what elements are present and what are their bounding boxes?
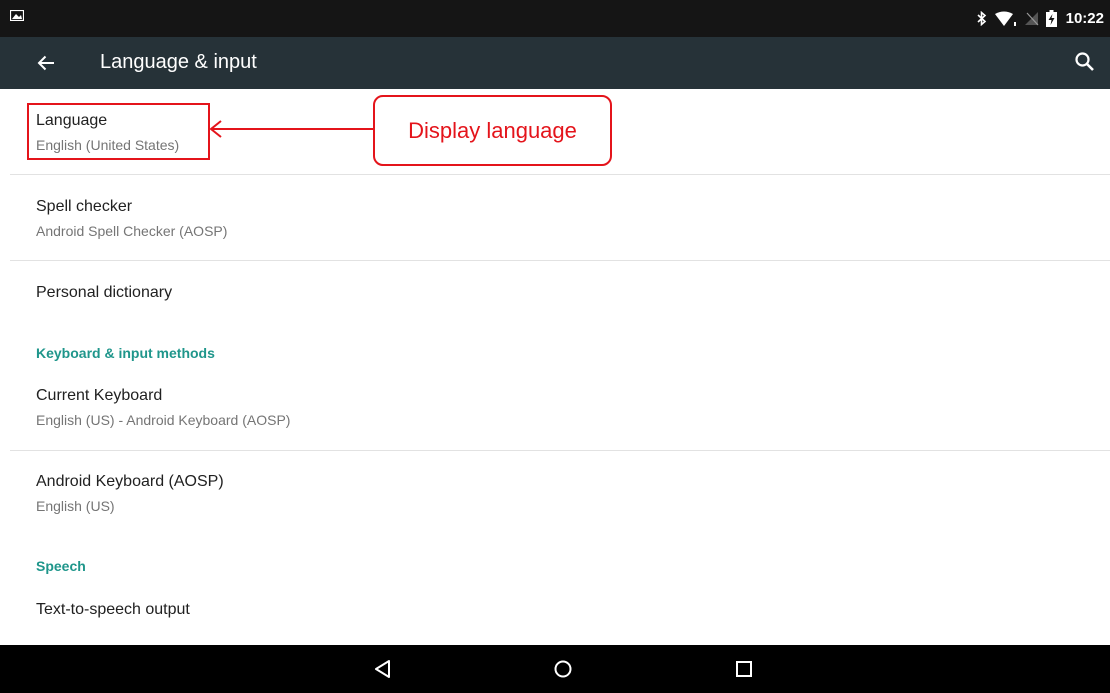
callout-label: Display language <box>373 95 612 166</box>
search-icon[interactable] <box>1072 49 1098 75</box>
tts-output-item[interactable]: Text-to-speech output <box>0 579 1110 645</box>
back-triangle-icon[interactable] <box>371 657 395 681</box>
navigation-bar <box>0 645 1110 693</box>
callout-arrow <box>209 120 374 138</box>
spell-checker-title: Spell checker <box>36 198 133 215</box>
app-bar: Language & input <box>0 37 1110 89</box>
image-notification-icon <box>10 10 24 21</box>
bluetooth-icon <box>977 11 986 26</box>
battery-charging-icon <box>1045 10 1057 27</box>
section-header-speech: Speech <box>36 558 86 574</box>
home-circle-icon[interactable] <box>551 657 575 681</box>
personal-dictionary-title: Personal dictionary <box>36 284 173 301</box>
section-header-keyboard: Keyboard & input methods <box>36 345 215 361</box>
highlight-box <box>27 103 210 160</box>
android-keyboard-subtitle: English (US) <box>36 498 115 514</box>
arrow-left-icon <box>37 55 54 71</box>
current-keyboard-title: Current Keyboard <box>36 387 163 404</box>
wifi-icon <box>994 11 1016 26</box>
status-bar: 10:22 <box>0 0 1110 37</box>
clock: 10:22 <box>1065 10 1104 27</box>
recents-square-icon[interactable] <box>732 657 756 681</box>
tts-output-title: Text-to-speech output <box>36 601 190 618</box>
current-keyboard-subtitle: English (US) - Android Keyboard (AOSP) <box>36 412 291 428</box>
back-button[interactable] <box>33 50 59 76</box>
android-keyboard-title: Android Keyboard (AOSP) <box>36 473 224 490</box>
status-icons: 10:22 <box>977 0 1104 37</box>
page-title: Language & input <box>100 51 257 73</box>
spell-checker-subtitle: Android Spell Checker (AOSP) <box>36 223 228 239</box>
spell-checker-item[interactable]: Spell checker Android Spell Checker (AOS… <box>0 175 1110 260</box>
settings-list: Language English (United States) Spell c… <box>0 89 1110 645</box>
no-sim-icon <box>1024 12 1039 26</box>
android-keyboard-item[interactable]: Android Keyboard (AOSP) English (US) <box>0 451 1110 535</box>
current-keyboard-item[interactable]: Current Keyboard English (US) - Android … <box>0 365 1110 450</box>
personal-dictionary-item[interactable]: Personal dictionary <box>0 261 1110 325</box>
